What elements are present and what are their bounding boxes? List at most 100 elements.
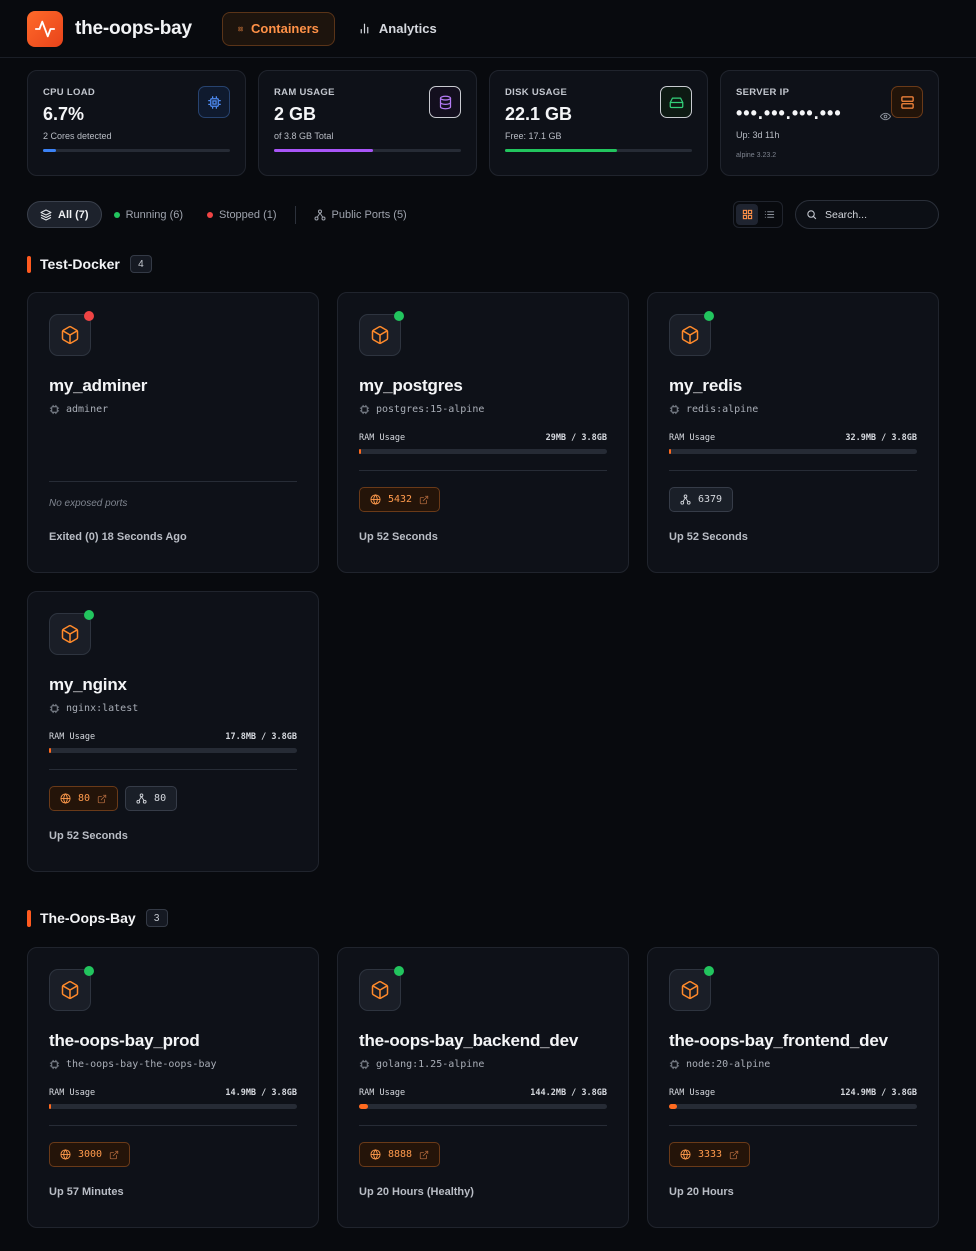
filter-public-ports[interactable]: Public Ports (5) [302,201,419,228]
public-port-link[interactable]: 3333 [669,1142,751,1167]
globe-icon [60,793,71,804]
card-divider [359,470,607,471]
container-uptime: Up 57 Minutes [49,1186,124,1198]
container-name: my_redis [669,376,743,395]
stat-sub: of 3.8 GB Total [274,131,334,141]
cpu-progress-fill [43,149,56,152]
group-header: The-Oops-Bay 3 [27,908,168,928]
image-name: node:20-alpine [686,1059,771,1070]
status-dot-running [394,966,404,976]
container-name: the-oops-bay_frontend_dev [669,1031,888,1050]
ram-progress-bar [669,449,917,454]
group-header: Test-Docker 4 [27,254,152,274]
ram-value: 124.9MB / 3.8GB [840,1088,917,1098]
port-list: 80 80 [49,786,178,811]
public-port-link[interactable]: 5432 [359,487,441,512]
stat-sub: Free: 17.1 GB [505,131,562,141]
cpu-icon [198,86,230,118]
container-uptime: Up 20 Hours (Healthy) [359,1186,474,1198]
list-view-button[interactable] [758,204,780,225]
port-list: 6379 [669,487,734,512]
container-name: my_nginx [49,675,127,694]
filter-all[interactable]: All (7) [27,201,102,228]
disk-progress-fill [505,149,618,152]
container-name: my_adminer [49,376,148,395]
container-card[interactable]: the-oops-bay_backend_dev golang:1.25-alpi… [337,947,629,1228]
ram-progress-fill [49,748,51,753]
container-card[interactable]: my_postgres postgres:15-alpine RAM Usage 29… [337,292,629,573]
image-name: redis:alpine [686,404,759,415]
ram-label: RAM Usage [359,433,406,443]
container-card[interactable]: my_adminer adminer No exposed ports Exited … [27,292,319,573]
ram-progress-bar [49,1104,297,1109]
internal-port-badge[interactable]: 80 [125,786,178,811]
public-port-link[interactable]: 8888 [359,1142,441,1167]
group-title: The-Oops-Bay [40,910,136,926]
ram-progress-bar [49,748,297,753]
filter-running[interactable]: Running (6) [102,201,195,228]
ram-progress-bar [669,1104,917,1109]
server-os: alpine 3.23.2 [736,152,777,159]
container-uptime: Up 52 Seconds [669,531,748,543]
port-number: 80 [154,793,167,804]
search-box [795,200,939,229]
card-divider [49,769,297,770]
status-dot-running [704,966,714,976]
ram-progress-bar [274,149,461,152]
ram-label: RAM Usage [669,433,716,443]
external-link-icon [97,794,107,804]
port-number: 3000 [78,1149,103,1160]
image-name: postgres:15-alpine [376,404,485,415]
network-icon [680,494,691,505]
activity-logo-icon[interactable] [27,10,63,47]
internal-port-badge[interactable]: 6379 [669,487,734,512]
filter-stopped[interactable]: Stopped (1) [195,201,288,228]
search-input[interactable] [825,208,925,221]
external-link-icon [729,1150,739,1160]
port-number: 80 [78,793,91,804]
container-card[interactable]: my_nginx nginx:latest RAM Usage 17.8MB / 3.… [27,591,319,872]
ram-label: RAM Usage [359,1088,406,1098]
bar-chart-icon [360,23,369,34]
group-accent-bar [27,909,31,927]
hard-drive-icon [660,86,692,118]
ram-value: 17.8MB / 3.8GB [225,732,297,742]
grid-view-button[interactable] [736,204,758,225]
container-card[interactable]: the-oops-bay_prod the-oops-bay-the-oops-b… [27,947,319,1228]
status-dot-running [84,966,94,976]
chip-icon [49,1059,60,1070]
eye-icon[interactable] [879,109,892,127]
container-uptime: Up 20 Hours [669,1186,734,1198]
stat-card-ram: RAM USAGE 2 GB of 3.8 GB Total [258,70,477,176]
image-name: adminer [66,404,109,415]
server-icon [891,86,923,118]
running-dot [113,211,120,218]
status-dot-running [704,311,714,321]
search-icon [807,210,817,220]
image-name: nginx:latest [66,703,139,714]
port-number: 8888 [388,1149,413,1160]
grid-icon [238,26,243,31]
port-number: 5432 [388,494,413,505]
container-cube-icon [49,314,91,356]
ram-label: RAM Usage [49,732,96,742]
container-cube-icon [49,613,91,655]
container-card[interactable]: my_redis redis:alpine RAM Usage 32.9MB / 3.… [647,292,939,573]
public-port-link[interactable]: 3000 [49,1142,131,1167]
container-image: golang:1.25-alpine [359,1059,484,1070]
container-image: redis:alpine [669,404,758,415]
ram-progress-fill [49,1104,51,1109]
database-icon [429,86,461,118]
container-cube-icon [49,969,91,1011]
card-divider [359,1125,607,1126]
container-card[interactable]: the-oops-bay_frontend_dev node:20-alpine R… [647,947,939,1228]
layers-icon [40,209,52,220]
tab-analytics[interactable]: Analytics [343,12,452,46]
port-number: 3333 [698,1149,723,1160]
container-cube-icon [359,969,401,1011]
ram-progress-fill [274,149,374,152]
chip-icon [49,703,60,714]
tab-containers[interactable]: Containers [221,11,335,46]
public-port-link[interactable]: 80 [49,786,119,811]
container-image: node:20-alpine [669,1059,770,1070]
